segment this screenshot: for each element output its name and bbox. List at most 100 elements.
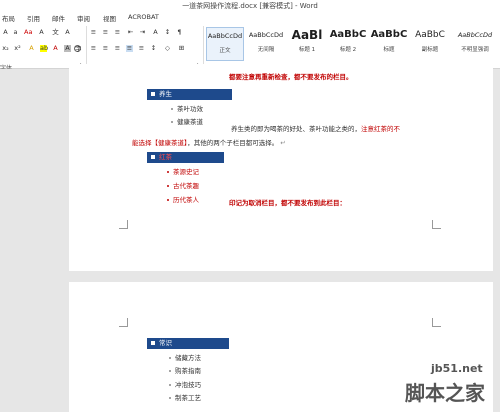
top-instruction-text: 都要注意再重新检查，都不要发布的栏目。 [229,73,353,81]
body-text: 养生类的即为喝茶的好处、茶叶功能之类的，注意红茶的不 [231,125,400,133]
ribbon: A a Aa A 文 A x₂ x² A ab A A 字 字体 ↘ ≡ ≡ ≡… [0,23,500,72]
style-preview: AaBbCcDd [207,32,243,40]
align-center-icon[interactable]: ≡ [102,45,109,52]
sort-icon[interactable]: ↕ [164,29,171,36]
style-name: 无间隔 [257,47,275,53]
ribbon-tabs: 布局 引用 邮件 审阅 视图 ACROBAT [0,11,500,23]
body-text: 能选择【健康茶道】，其他的两个子栏目都可选择。 ↵ [132,139,286,147]
tab-references[interactable]: 引用 [27,13,40,23]
style-heading-1[interactable]: AaBl 标题 1 [288,27,326,61]
style-name: 标题 2 [339,47,357,53]
style-subtle-emphasis[interactable]: AaBbCcDd 不明显强调 [452,27,498,61]
style-preview: AaBbC [370,29,408,40]
margin-mark [432,220,441,229]
menu-header-label: 红茶 [159,153,172,161]
cancel-note-text: 印记为取消栏目，都不要发布到此栏目： [229,199,346,207]
square-icon [151,341,155,345]
numbering-icon[interactable]: ≡ [102,29,109,36]
borders-icon[interactable]: ⊞ [178,45,185,52]
style-preview: AaBbC [415,30,445,40]
decrease-indent-icon[interactable]: ⇤ [127,29,134,36]
shading-icon[interactable]: ◇ [164,45,171,52]
bullet-icon [169,397,171,399]
bullet-icon [167,199,169,201]
style-preview: AaBbCcDd [457,31,493,39]
bullet-icon [169,384,171,386]
menu-header: 常识 [147,338,229,349]
title-bar: 一道茶网操作流程.docx [兼容模式] - Word [0,0,500,11]
bullet-icon [169,357,171,359]
bullets-icon[interactable]: ≡ [90,29,97,36]
justify-icon[interactable]: ≡ [126,45,133,52]
border-char-icon[interactable]: A [64,29,71,36]
menu-item: 储藏方法 [169,352,201,362]
menu-header: 养生 [147,89,232,100]
style-preview: AaBbCcDd [248,31,284,39]
style-no-spacing[interactable]: AaBbCcDd 无间隔 [247,27,285,61]
style-normal[interactable]: AaBbCcDd 正文 [206,27,244,61]
tab-layout[interactable]: 布局 [2,13,15,23]
multilevel-list-icon[interactable]: ≡ [114,29,121,36]
show-marks-icon[interactable]: ¶ [176,29,183,36]
style-preview: AaBl [291,28,323,42]
menu-item: 茶叶功效 [171,103,203,113]
text-effect-icon[interactable]: A [28,45,35,52]
menu-item: 古代茶趣 [167,180,199,190]
divider [86,26,87,68]
increase-indent-icon[interactable]: ⇥ [139,29,146,36]
change-case-icon[interactable]: Aa [24,29,32,36]
clear-format-icon[interactable]: A [38,29,45,36]
divider [203,26,204,68]
enclose-char-icon[interactable]: 字 [74,45,82,53]
style-title[interactable]: AaBbC 标题 [370,27,408,61]
menu-item: 健康茶道 [171,116,203,126]
style-heading-2[interactable]: AaBbC 标题 2 [329,27,367,61]
superscript-icon[interactable]: x² [14,45,21,52]
style-subtitle[interactable]: AaBbC 副标题 [411,27,449,61]
watermark-logo-text: 脚本之家 [405,381,485,405]
menu-item: 制茶工艺 [169,392,201,402]
style-preview: AaBbC [329,29,367,40]
style-name: 标题 [383,47,395,53]
style-name: 标题 1 [298,47,316,53]
document-area[interactable]: 都要注意再重新检查，都不要发布的栏目。 养生 茶叶功效 健康茶道 养生类的即为喝… [0,64,500,412]
highlight-icon[interactable]: ab [40,45,48,52]
menu-item: 冲泡技巧 [169,379,201,389]
phonetic-icon[interactable]: 文 [52,29,59,36]
font-size-down-icon[interactable]: a [12,29,19,36]
bullet-icon [167,185,169,187]
tab-mailings[interactable]: 邮件 [52,13,65,23]
bullet-icon [169,370,171,372]
bullet-icon [167,171,169,173]
watermark-url: jb51.net [431,362,483,375]
menu-header-label: 养生 [159,90,172,98]
align-left-icon[interactable]: ≡ [90,45,97,52]
align-right-icon[interactable]: ≡ [114,45,121,52]
menu-item: 购茶指南 [169,365,201,375]
square-icon [151,92,155,96]
char-shading-icon[interactable]: A [64,45,71,52]
document-page-1[interactable]: 都要注意再重新检查，都不要发布的栏目。 养生 茶叶功效 健康茶道 养生类的即为喝… [69,64,493,271]
tab-review[interactable]: 审阅 [77,13,90,23]
menu-item: 历代茶人 [167,194,199,204]
subscript-icon[interactable]: x₂ [2,45,9,52]
distributed-icon[interactable]: ≡ [138,45,145,52]
bullet-icon [171,121,173,123]
margin-mark [119,220,128,229]
bullet-icon [171,108,173,110]
tab-view[interactable]: 视图 [103,13,116,23]
style-name: 副标题 [421,47,439,53]
line-spacing-icon[interactable]: ↕ [150,45,157,52]
menu-header-label: 常识 [159,339,172,347]
menu-header: 红茶 [147,152,224,163]
margin-mark [432,318,441,327]
style-name: 不明显强调 [461,47,489,53]
menu-item: 茶源史记 [167,166,199,176]
font-size-up-icon[interactable]: A [2,29,9,36]
window-title: 一道茶网操作流程.docx [兼容模式] - Word [182,2,318,10]
tab-acrobat[interactable]: ACROBAT [128,13,159,21]
margin-mark [119,318,128,327]
font-color-icon[interactable]: A [52,45,59,52]
chinese-layout-icon[interactable]: A [152,29,159,36]
square-icon [151,155,155,159]
